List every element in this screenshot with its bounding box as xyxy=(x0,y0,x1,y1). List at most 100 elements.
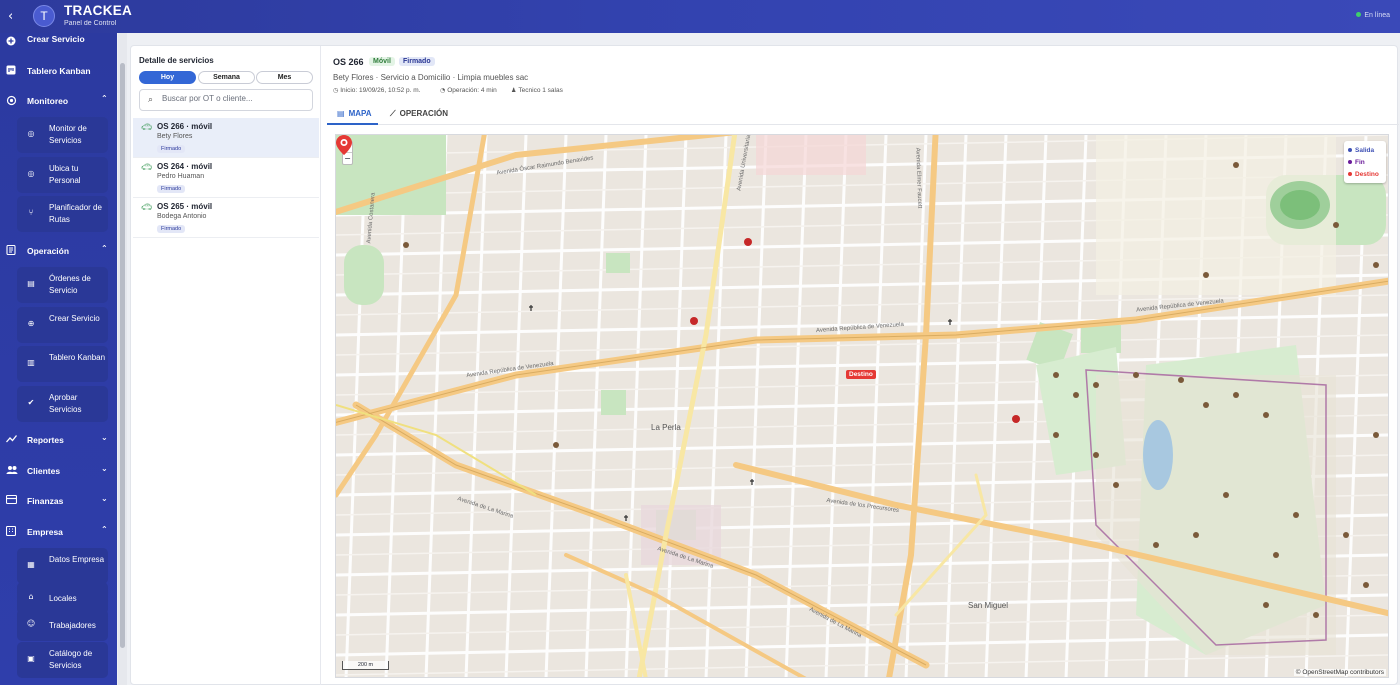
tab-mapa[interactable]: ▤ MAPA xyxy=(337,109,372,118)
card-icon xyxy=(5,494,18,505)
timer-icon: ◔ xyxy=(440,87,446,94)
clock-icon: ◷ xyxy=(333,87,339,94)
building-icon xyxy=(5,525,17,537)
sidebar-item-clientes[interactable]: Clientes ⌄ xyxy=(0,462,117,480)
chevron-down-icon: ⌄ xyxy=(101,464,108,473)
sidebar-item-label: Reportes xyxy=(27,435,64,445)
sidebar-item-operacion[interactable]: Operación ⌃ xyxy=(0,242,117,260)
sidebar-item-label: Crear Servicio xyxy=(27,34,85,44)
services-list-panel: Detalle de servicios Hoy Semana Mes ⌕ 🚗︎… xyxy=(131,46,321,685)
sidebar-item-label: Monitor de Servicios xyxy=(49,124,87,145)
sidebar-item-catalogo-servicios[interactable]: ▣ Catálogo de Servicios xyxy=(17,642,108,678)
map-attribution[interactable]: © OpenStreetMap contributors xyxy=(1293,669,1386,676)
sidebar-item-reportes[interactable]: Reportes ⌄ xyxy=(0,431,117,449)
sidebar-item-label: Crear Servicio xyxy=(49,314,100,323)
sidebar-item-label: Trabajadores xyxy=(49,621,96,630)
page-title: OS 266 xyxy=(333,57,364,67)
sidebar-item-finanzas[interactable]: Finanzas ⌄ xyxy=(0,492,117,510)
list-item-title: OS 264 · móvil xyxy=(157,162,213,171)
sidebar-item-label: Ubica tu Personal xyxy=(49,164,81,185)
target-icon: ◎ xyxy=(27,129,35,138)
online-dot-icon xyxy=(1356,12,1362,17)
start-time: ◷ Inicio: 19/09/26, 10:52 p. m. xyxy=(333,87,420,94)
sidebar-item-ubica-personal[interactable]: ◎ Ubica tu Personal xyxy=(17,157,108,193)
operation-duration: ◔ Operación: 4 min xyxy=(440,87,497,94)
list-item[interactable]: 🚗︎ OS 264 · móvil Pedro Huaman Firmado xyxy=(133,158,319,198)
top-bar: ‹ T TRACKEA Panel de Control En línea xyxy=(0,0,1400,33)
car-icon: 🚗︎ xyxy=(141,203,153,213)
sidebar-item-monitoreo[interactable]: Monitoreo ⌃ xyxy=(0,92,117,110)
sidebar-item-ordenes-servicio[interactable]: ▤ Órdenes de Servicio xyxy=(17,267,108,303)
chevron-up-icon: ⌃ xyxy=(101,525,108,534)
filter-mes[interactable]: Mes xyxy=(256,71,313,84)
search-box[interactable]: ⌕ xyxy=(139,89,313,111)
plus-circle-icon xyxy=(6,36,16,46)
back-arrow-icon[interactable]: ‹ xyxy=(8,9,13,24)
sidebar-item-label: Clientes xyxy=(27,466,61,476)
car-icon: 🚗︎ xyxy=(141,163,153,173)
target-icon xyxy=(6,95,17,106)
list-item-person: Pedro Huaman xyxy=(157,173,205,180)
status-badge: Firmado xyxy=(399,57,435,66)
map-icon: ▤ xyxy=(337,109,345,118)
sidebar-item-planificador-rutas[interactable]: ⑂ Planificador de Rutas xyxy=(17,196,108,232)
list-item[interactable]: 🚗︎ OS 265 · móvil Bodega Antonio Firmado xyxy=(133,198,319,238)
list-item-person: Bodega Antonio xyxy=(157,213,207,220)
legend-label: Salida xyxy=(1355,147,1375,154)
filter-hoy[interactable]: Hoy xyxy=(139,71,196,84)
route-icon: ⑂ xyxy=(28,208,34,217)
app-brand: TRACKEA xyxy=(64,3,133,18)
chevron-up-icon: ⌃ xyxy=(101,94,108,103)
kanban-icon: ▥ xyxy=(27,358,35,367)
status-badge: Firmado xyxy=(157,185,186,193)
users-icon xyxy=(6,465,18,475)
sidebar-item-aprobar-servicios[interactable]: ✔ Aprobar Servicios xyxy=(17,386,108,422)
sidebar-item-empresa[interactable]: Empresa ⌃ xyxy=(0,523,117,541)
clipboard-icon: ▤ xyxy=(27,279,35,288)
active-tab-indicator xyxy=(327,123,378,125)
detail-tabs: ▤ MAPA ⟋ OPERACIÓN xyxy=(327,104,1399,125)
connection-status-label: En línea xyxy=(1364,12,1390,19)
scrollbar-thumb[interactable] xyxy=(120,63,125,648)
legend-item-fin: Fin xyxy=(1348,157,1382,169)
service-summary: Bety Flores · Servicio a Domicilio · Lim… xyxy=(333,73,529,82)
sidebar-item-monitor-servicios[interactable]: ◎ Monitor de Servicios xyxy=(17,117,108,153)
search-input[interactable] xyxy=(162,94,310,103)
map-view[interactable]: Avenida República de Venezuela Avenida R… xyxy=(335,134,1389,678)
list-item-person: Bety Flores xyxy=(157,133,193,140)
tab-operacion[interactable]: ⟋ OPERACIÓN xyxy=(390,109,448,119)
sidebar-scrollbar[interactable] xyxy=(118,33,127,685)
catalog-icon: ▣ xyxy=(27,654,35,663)
chevron-up-icon: ⌃ xyxy=(101,244,108,253)
sidebar-item-label: Tablero Kanban xyxy=(49,353,106,362)
list-item-title: OS 265 · móvil xyxy=(157,202,213,211)
sidebar-item-label: Tablero Kanban xyxy=(27,66,91,76)
sidebar-item-label: Monitoreo xyxy=(27,96,69,106)
status-badge: Firmado xyxy=(157,225,186,233)
sidebar-item-crear-servicio[interactable]: Crear Servicio xyxy=(0,33,117,51)
sidebar-item-trabajadores[interactable]: ☺ Trabajadores xyxy=(17,609,108,641)
sidebar-item-tablero-kanban[interactable]: Tablero Kanban xyxy=(0,62,117,80)
tab-label: OPERACIÓN xyxy=(399,109,449,118)
filter-semana[interactable]: Semana xyxy=(198,71,255,84)
person-icon: ♟ xyxy=(511,87,517,94)
sidebar-item-tablero-kanban-sub[interactable]: ▥ Tablero Kanban xyxy=(17,346,108,382)
document-icon xyxy=(6,244,16,256)
trend-icon: ⟋ xyxy=(390,109,396,118)
sidebar-item-datos-empresa[interactable]: ▦ Datos Empresa xyxy=(17,548,108,584)
legend-dot-icon xyxy=(1348,160,1352,164)
trend-icon xyxy=(6,434,18,444)
car-icon: 🚗︎ xyxy=(141,123,153,133)
legend-dot-icon xyxy=(1348,148,1352,152)
type-badge: Móvil xyxy=(369,57,395,66)
list-item[interactable]: 🚗︎ OS 266 · móvil Bety Flores Firmado xyxy=(133,118,319,158)
sidebar-item-crear-servicio-sub[interactable]: ⊕ Crear Servicio xyxy=(17,307,108,343)
list-item-title: OS 266 · móvil xyxy=(157,122,213,131)
sidebar-item-label: Aprobar Servicios xyxy=(49,393,82,414)
operation-duration-value: Operación: 4 min xyxy=(447,87,497,94)
logo-avatar: T xyxy=(33,5,55,27)
map-scale: 200 m xyxy=(342,661,389,670)
destination-pin-icon[interactable] xyxy=(336,135,352,155)
kanban-icon xyxy=(6,65,16,75)
sidebar-item-label: Finanzas xyxy=(27,496,64,506)
